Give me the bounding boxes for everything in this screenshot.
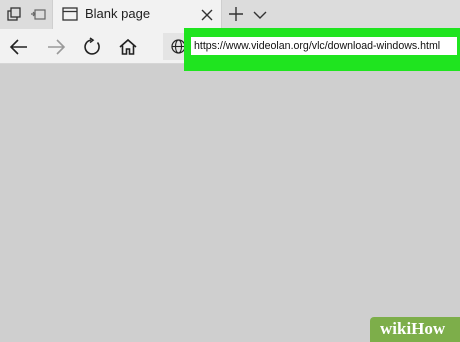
wikihow-watermark: wikiHow — [370, 317, 460, 342]
new-tab-icon[interactable] — [228, 6, 244, 22]
address-bar[interactable]: https://www.videolan.org/vlc/download-wi… — [191, 37, 457, 55]
refresh-icon[interactable] — [82, 37, 102, 57]
tab-blank-page[interactable]: Blank page — [52, 0, 222, 29]
tab-title: Blank page — [85, 6, 151, 21]
home-icon[interactable] — [118, 37, 138, 57]
forward-arrow-icon[interactable] — [46, 37, 66, 57]
set-aside-tabs-icon[interactable] — [30, 6, 48, 24]
page-icon — [62, 7, 78, 21]
close-icon[interactable] — [201, 8, 213, 21]
tab-strip: Blank page — [0, 0, 460, 29]
browser-window: Blank page https://www.videolan.org/vlc/… — [0, 0, 460, 342]
back-arrow-icon[interactable] — [9, 37, 29, 57]
watermark-text: wikiHow — [380, 319, 446, 338]
tab-preview-icon[interactable] — [6, 6, 24, 24]
tab-list-chevron-icon[interactable] — [253, 8, 267, 20]
